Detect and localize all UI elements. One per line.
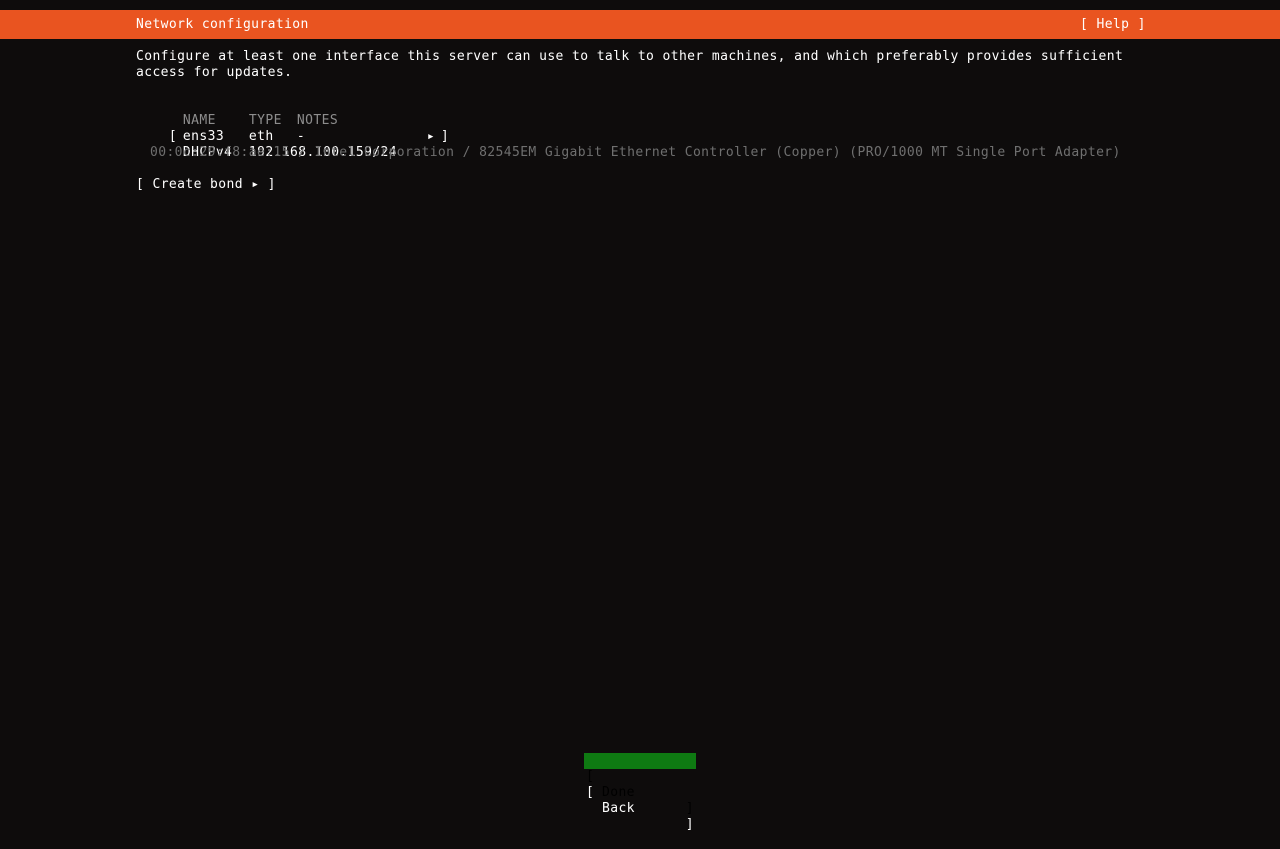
chevron-right-icon: ▸ bbox=[426, 129, 436, 144]
row-bracket-close: ] bbox=[440, 129, 450, 144]
footer-button-group: [ Done ] [ Back ] bbox=[584, 753, 696, 832]
create-bond-button[interactable]: [ Create bond ▸ ] bbox=[136, 177, 276, 193]
back-bracket-open: [ bbox=[586, 785, 595, 800]
done-bracket-close: ] bbox=[685, 801, 694, 816]
back-button-label: Back bbox=[602, 801, 635, 816]
create-bond-bracket-close: ] bbox=[267, 177, 276, 192]
back-bracket-close: ] bbox=[685, 817, 694, 832]
done-button[interactable]: [ Done ] bbox=[584, 753, 696, 816]
chevron-right-icon: ▸ bbox=[251, 177, 260, 192]
main-content: Configure at least one interface this se… bbox=[0, 0, 1280, 800]
create-bond-label: Create bond bbox=[152, 177, 243, 192]
back-button[interactable]: [ Back ] bbox=[584, 769, 696, 832]
description-line-2: access for updates. bbox=[136, 65, 293, 80]
description-line-1: Configure at least one interface this se… bbox=[136, 49, 1124, 64]
create-bond-bracket-open: [ bbox=[136, 177, 145, 192]
interface-hardware-info: 00:0c:29:f8:ae:15 / Intel Corporation / … bbox=[150, 145, 1121, 160]
